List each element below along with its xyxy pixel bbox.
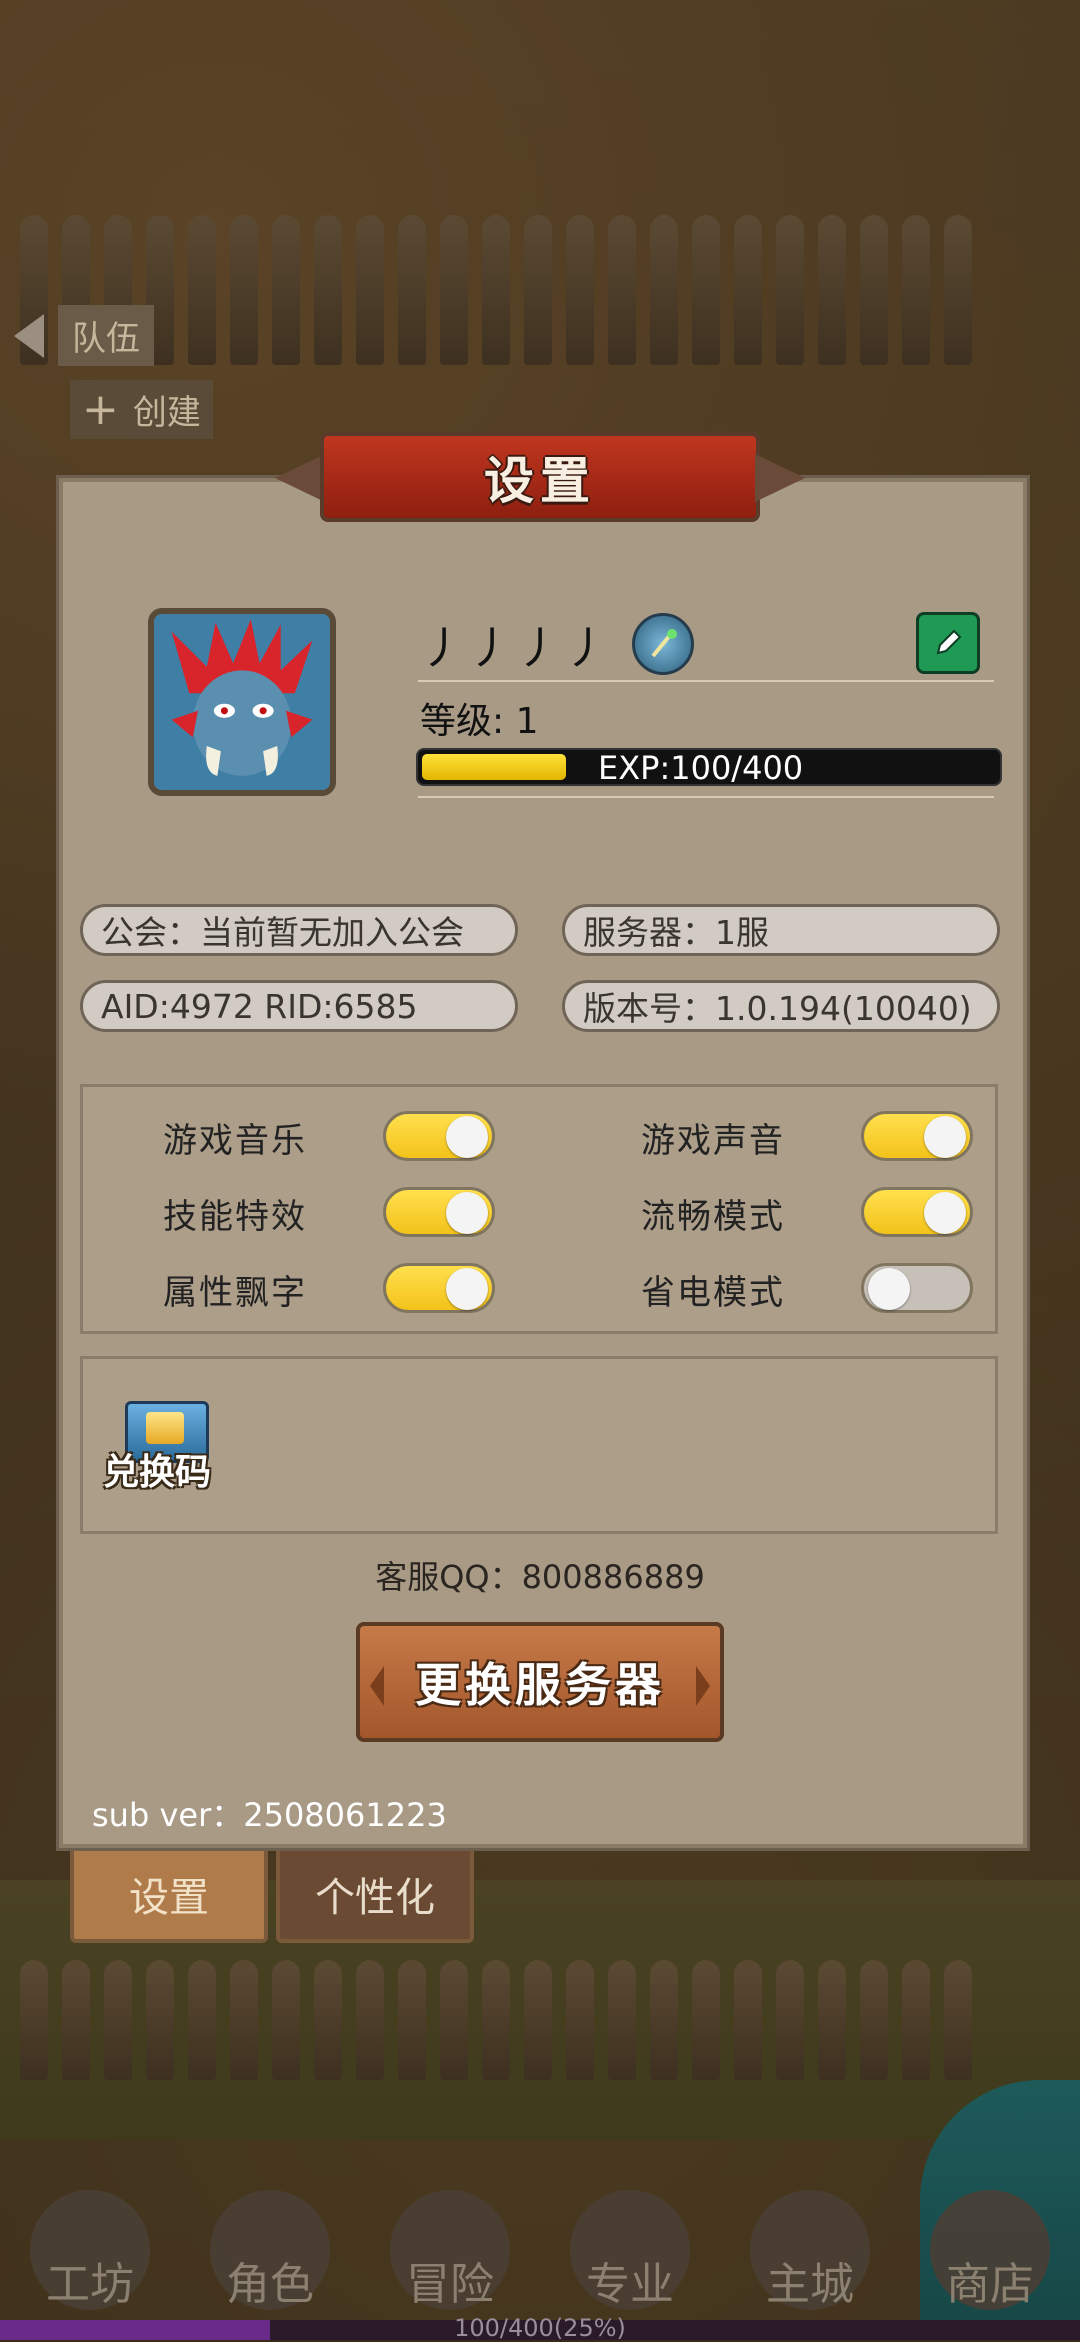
nav-character[interactable]: 角色 [195,2190,345,2320]
bottom-exp-bar: 100/400(25%) [0,2314,1080,2342]
support-qq: 客服QQ：800886889 [375,1558,705,1596]
sub-version: sub ver：2508061223 [92,1796,447,1834]
nav-workshop[interactable]: 工坊 [15,2190,165,2320]
player-avatar[interactable] [148,608,336,796]
setting-label-sound: 游戏声音 [641,1121,785,1161]
redeem-panel: 兑换码 [80,1356,998,1534]
redeem-code-button[interactable]: 兑换码 [103,1401,231,1501]
team-panel-toggle[interactable]: 队伍 [14,305,154,366]
create-team-button[interactable]: 创建 [70,380,213,439]
change-server-button[interactable]: 更换服务器 [356,1622,724,1742]
bottom-exp-text: 100/400(25%) [454,2314,626,2342]
exp-text: EXP:100/400 [598,749,804,787]
setting-label-power-saving: 省电模式 [641,1273,785,1313]
redeem-code-label: 兑换码 [103,1452,212,1493]
chevron-right-icon [696,1666,710,1706]
dialog-title-banner: 设置 [275,432,805,522]
tab-personalize[interactable]: 个性化 [276,1845,474,1943]
player-name: 丿丿丿丿 [420,623,612,674]
toggle-smooth-mode[interactable] [861,1187,973,1237]
toggle-skill-effects[interactable] [383,1187,495,1237]
nav-main-city[interactable]: 主城 [735,2190,885,2320]
server-info: 服务器：1服 [562,904,1000,956]
bottom-nav: 工坊 角色 冒险 专业 主城 商店 [0,2190,1080,2320]
toggle-power-saving[interactable] [861,1263,973,1313]
troll-portrait-icon [154,614,330,790]
change-server-label: 更换服务器 [415,1658,665,1712]
team-label: 队伍 [58,305,154,366]
back-arrow-icon [14,313,44,358]
toggles-panel: 游戏音乐 游戏声音 技能特效 流畅模式 属性飘字 省电模式 [80,1084,998,1334]
pencil-icon [936,629,962,655]
chevron-left-icon [370,1666,384,1706]
exp-bar-fill [422,754,566,780]
divider [418,796,994,798]
nav-shop[interactable]: 商店 [915,2190,1065,2320]
exp-bar: EXP:100/400 [416,748,1002,787]
setting-label-smooth-mode: 流畅模式 [641,1197,785,1237]
dialog-title: 设置 [484,452,596,510]
setting-label-floating-text: 属性飘字 [163,1273,307,1313]
toggle-floating-text[interactable] [383,1263,495,1313]
toggle-game-music[interactable] [383,1111,495,1161]
setting-label-skill-effects: 技能特效 [163,1197,307,1237]
toggle-game-sound[interactable] [861,1111,973,1161]
player-name-row: 丿丿丿丿 [420,612,694,676]
account-ids: AID:4972 RID:6585 [80,980,518,1032]
guild-info: 公会：当前暂无加入公会 [80,904,518,956]
player-level: 等级: 1 [420,701,539,742]
tab-settings[interactable]: 设置 [70,1845,268,1943]
staff-badge-icon[interactable] [632,613,694,675]
edit-name-button[interactable] [916,612,980,674]
divider [418,680,994,682]
setting-label-music: 游戏音乐 [163,1121,307,1161]
version-info: 版本号：1.0.194(10040) [562,980,1000,1032]
nav-profession[interactable]: 专业 [555,2190,705,2320]
nav-adventure[interactable]: 冒险 [375,2190,525,2320]
settings-tabs: 设置 个性化 [70,1845,474,1943]
